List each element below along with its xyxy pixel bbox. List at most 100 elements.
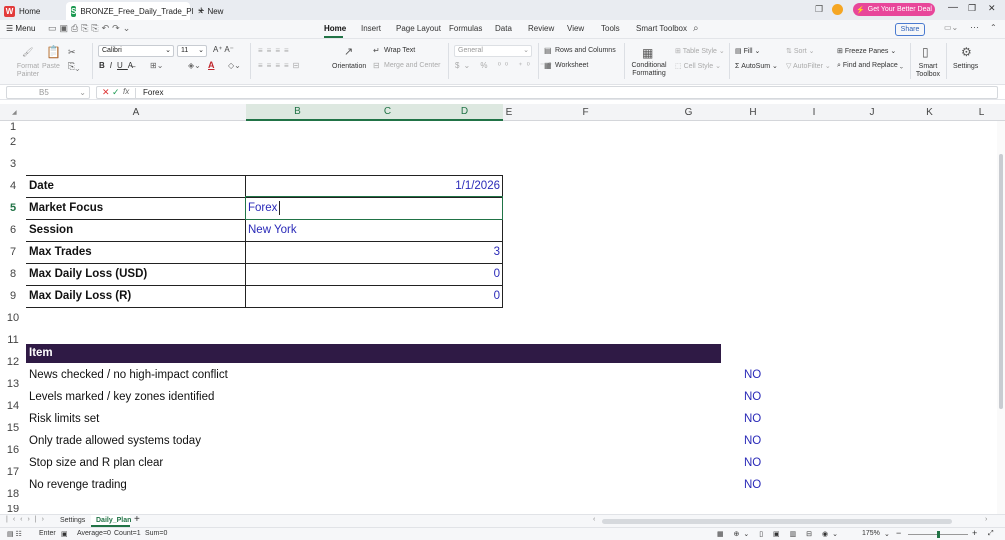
format-painter-button[interactable]: Format Painter [14, 63, 42, 79]
rows-columns-button[interactable]: Rows and Columns [555, 47, 616, 54]
borders-icon[interactable]: ⊞⌄ [150, 61, 163, 70]
tab-formulas[interactable]: Formulas [449, 24, 482, 33]
row-header[interactable]: 16 [0, 439, 26, 461]
row-header[interactable]: 19 [0, 505, 26, 514]
checklist-status[interactable]: NO [744, 386, 761, 408]
status-icons[interactable]: ▤ ☷ [7, 530, 22, 538]
tab-tools[interactable]: Tools [601, 24, 620, 33]
maximize-icon[interactable]: ❐ [968, 3, 976, 14]
select-all-corner[interactable]: ◢ [12, 109, 17, 116]
tab-page-layout[interactable]: Page Layout [396, 24, 441, 33]
column-header[interactable]: E [503, 104, 515, 121]
number-format-icons[interactable]: $⌄ % ⁰⁰ ⁺⁰ ⁻⁰ [455, 61, 555, 70]
checklist-status[interactable]: NO [744, 452, 761, 474]
row-header[interactable]: 3 [0, 153, 26, 175]
orientation-button[interactable]: Orientation [332, 63, 366, 70]
sheet-tab-settings[interactable]: Settings [60, 517, 85, 524]
main-menu-button[interactable]: ☰ Menu [6, 24, 35, 33]
horizontal-scrollbar[interactable] [602, 519, 952, 524]
column-header[interactable]: G [656, 104, 721, 121]
formula-input-box[interactable]: ✕ ✓ fx Forex [96, 86, 998, 99]
checklist-status[interactable]: NO [744, 474, 761, 496]
cut-icon[interactable]: ✂ [68, 47, 76, 58]
zoom-out-icon[interactable]: − [896, 528, 901, 538]
font-style-icons[interactable]: BIUA̶ [99, 61, 138, 70]
checklist-item[interactable]: Only trade allowed systems today [29, 430, 201, 452]
formula-content[interactable]: Forex [143, 88, 163, 97]
tab-view[interactable]: View [567, 24, 584, 33]
wrap-text-button[interactable]: Wrap Text [384, 47, 415, 54]
column-header[interactable]: D [426, 104, 503, 121]
autosum-button[interactable]: Σ AutoSum ⌄ [735, 62, 778, 70]
number-format-select[interactable]: General ⌄ [454, 45, 532, 57]
row-header[interactable]: 12 [0, 351, 26, 373]
promo-button[interactable]: ⚡ Get Your Better Deal [853, 3, 935, 16]
autofilter-button[interactable]: ▽ AutoFilter ⌄ [786, 62, 831, 70]
plan-value[interactable]: 3 [246, 241, 502, 263]
plan-value[interactable]: 1/1/2026 [246, 175, 502, 197]
share-button[interactable]: Share [895, 23, 925, 36]
font-name-select[interactable]: Calibri ⌄ [98, 45, 174, 57]
fill-color-icon[interactable]: ◈⌄ [188, 61, 201, 70]
collapse-ribbon-icon[interactable]: ⌃ [990, 23, 997, 32]
checklist-item[interactable]: News checked / no high-impact conflict [29, 364, 228, 386]
checklist-status[interactable]: NO [744, 408, 761, 430]
row-header[interactable]: 18 [0, 483, 26, 505]
column-header[interactable]: K [901, 104, 958, 121]
row-header[interactable]: 7 [0, 241, 26, 263]
plan-label[interactable]: Date [27, 175, 245, 197]
column-header[interactable]: F [515, 104, 656, 121]
new-tab-button[interactable]: + New [198, 2, 238, 20]
tab-insert[interactable]: Insert [361, 24, 381, 33]
plan-label[interactable]: Session [27, 219, 245, 241]
horizontal-align-icons[interactable]: ≡≡≡≡⊟ [258, 61, 303, 70]
row-header[interactable]: 9 [0, 285, 26, 307]
row-header[interactable]: 17 [0, 461, 26, 483]
plan-value[interactable]: New York [246, 219, 502, 241]
checklist-status[interactable]: NO [744, 364, 761, 386]
close-window-icon[interactable]: ✕ [988, 3, 996, 14]
avatar[interactable] [832, 4, 843, 15]
search-icon[interactable]: ⌕ [693, 23, 699, 34]
plan-label[interactable]: Max Daily Loss (R) [27, 285, 245, 307]
scroll-right-icon[interactable]: › [985, 516, 987, 523]
sort-button[interactable]: ⇅ Sort ⌄ [786, 47, 814, 55]
function-icon[interactable]: fx [123, 87, 129, 96]
quick-access-icons[interactable]: ▭▣⎙⎘⎘↶↷⌄ [48, 23, 133, 34]
worksheet-button[interactable]: Worksheet [555, 62, 588, 69]
row-header[interactable]: 14 [0, 395, 26, 417]
font-size-increase-icon[interactable]: A⁺ A⁻ [213, 45, 234, 54]
row-header[interactable]: 11 [0, 329, 26, 351]
clear-format-icon[interactable]: ◇⌄ [228, 61, 241, 70]
zoom-dropdown-icon[interactable]: ⌄ [884, 530, 890, 538]
checklist-item[interactable]: No revenge trading [29, 474, 127, 496]
row-header[interactable]: 5 [0, 197, 26, 219]
comment-icon[interactable]: ▭⌄ [944, 23, 958, 32]
copy-icon[interactable]: ⎘⌄ [68, 61, 79, 72]
confirm-icon[interactable]: ✓ [112, 87, 120, 98]
sheet-tab-daily-plan[interactable]: Daily_Plan [91, 515, 131, 527]
checklist-header[interactable]: Item [29, 343, 53, 365]
row-header[interactable]: 10 [0, 307, 26, 329]
row-header[interactable]: 6 [0, 219, 26, 241]
sheet-navigation-icons[interactable]: |‹‹›|› [6, 516, 49, 523]
fill-button[interactable]: ▤ Fill ⌄ [735, 47, 760, 55]
add-sheet-icon[interactable]: + [134, 514, 140, 525]
name-box[interactable]: B5 ⌄ [6, 86, 90, 99]
column-header[interactable]: I [785, 104, 843, 121]
window-restore-icon[interactable]: ❐ [815, 4, 823, 15]
fullscreen-icon[interactable]: ⤢ [988, 530, 994, 538]
find-replace-button[interactable]: ⌕ Find and Replace ⌄ [837, 62, 903, 70]
column-header[interactable]: C [349, 104, 426, 121]
smart-toolbox-button[interactable]: Smart Toolbox [914, 63, 942, 79]
table-style-button[interactable]: ⊞ Table Style ⌄ [675, 47, 725, 55]
scroll-left-icon[interactable]: ‹ [593, 516, 595, 523]
vertical-align-icons[interactable]: ≡≡≡≡ [258, 46, 293, 55]
scrollbar-thumb[interactable] [999, 154, 1003, 409]
tab-home[interactable]: Home [324, 24, 346, 33]
merge-center-button[interactable]: Merge and Center [384, 62, 440, 69]
cancel-icon[interactable]: ✕ [102, 87, 110, 98]
column-header[interactable]: A [26, 104, 246, 121]
row-header[interactable]: 2 [0, 131, 26, 153]
row-header[interactable]: 8 [0, 263, 26, 285]
